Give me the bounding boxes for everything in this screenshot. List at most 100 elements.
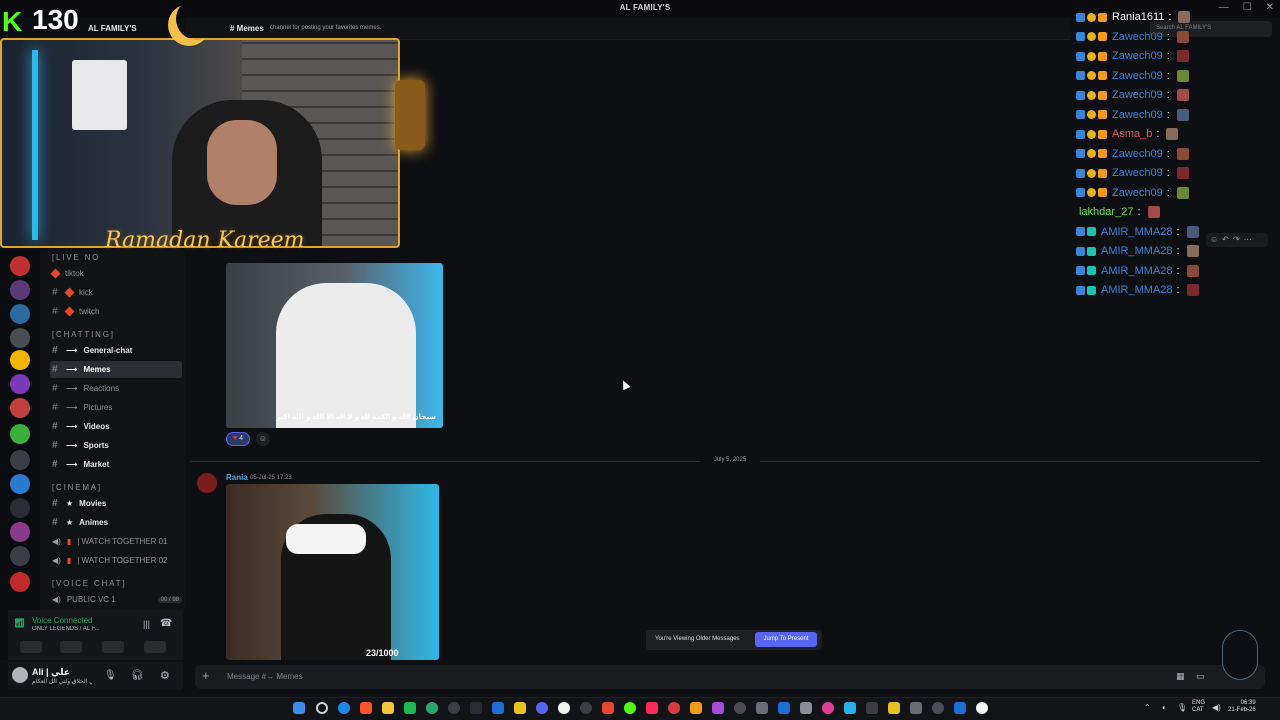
chat-username[interactable]: Zawech09 [1112,148,1163,160]
app-icon[interactable] [690,702,702,714]
network-icon[interactable]: ◐ [1162,703,1167,712]
app-icon[interactable] [844,702,856,714]
message-input[interactable]: Message #→ Memes [227,672,303,681]
app-icon[interactable] [954,702,966,714]
channel-market[interactable]: # ⟶ Market [50,456,182,473]
app-icon[interactable] [910,702,922,714]
gift-icon[interactable]: ▦ [1176,671,1185,682]
app-icon[interactable] [822,702,834,714]
message-image-1[interactable]: سبحان الله و الكمة لله و لا اله الا الله… [226,263,443,428]
avatar[interactable] [197,473,217,493]
category-chatting[interactable]: [CHATTING] [52,330,115,339]
headphones-icon[interactable]: 🎧︎ [131,670,144,681]
channel-twitch[interactable]: # twitch [50,303,182,320]
channel-watch-together-01[interactable]: ◀) ▮ | WATCH TOGETHER 01 [50,533,182,550]
channel-tiktok[interactable]: tiktok [50,265,182,282]
taskbar-clock[interactable]: 06:39 21-Feb-26 [1228,700,1256,714]
maximize-icon[interactable]: ☐ [1243,2,1252,13]
channel-public-vc-1[interactable]: ◀) PUBLIC VC 1 00 / 98 [50,591,182,608]
app-icon[interactable] [778,702,790,714]
channel-sports[interactable]: # ⟶ Sports [50,437,182,454]
chrome-icon[interactable] [558,702,570,714]
chat-username[interactable]: Zawech09 [1112,70,1163,82]
app-icon[interactable] [448,702,460,714]
channel-watch-together-02[interactable]: ◀) ▮ | WATCH TOGETHER 02 [50,552,182,569]
chat-username[interactable]: AMIR_MMA28 [1101,284,1173,296]
brave-icon[interactable] [360,702,372,714]
minimize-icon[interactable]: — [1219,2,1229,13]
chat-username[interactable]: Zawech09 [1112,89,1163,101]
app-icon[interactable] [734,702,746,714]
channel-reactions[interactable]: # ⟶ Reactions [50,380,182,397]
chat-username[interactable]: lakhdar_27 [1079,206,1133,218]
channel-kick[interactable]: # kick [50,284,182,301]
app-icon[interactable] [888,702,900,714]
obs-icon[interactable] [580,702,592,714]
chevron-up-icon[interactable]: ⌃ [1144,703,1151,712]
avatar[interactable] [12,667,28,683]
message-actions-toolbar[interactable]: ☺↶↷⋯ [1206,233,1268,247]
chat-username[interactable]: Zawech09 [1112,167,1163,179]
activities-button[interactable] [102,641,124,653]
message-image-2[interactable]: 23/1000 [226,484,439,660]
category-voice-chat[interactable]: [VOICE CHAT] [52,579,126,588]
search-icon[interactable] [316,702,328,714]
message-author[interactable]: Rania [226,473,248,482]
server-icon[interactable] [10,304,30,324]
server-icon[interactable] [10,572,30,592]
server-icon[interactable] [10,498,30,518]
chat-username[interactable]: AMIR_MMA28 [1101,226,1173,238]
app-icon[interactable] [866,702,878,714]
volume-icon[interactable]: ◀) [1212,703,1221,712]
channel-animes[interactable]: # ★ Animes [50,514,182,531]
server-icon[interactable] [10,350,30,370]
heart-reaction[interactable]: ♥ 4 [226,432,250,446]
close-icon[interactable]: ✕ [1266,2,1274,13]
chat-username[interactable]: AMIR_MMA28 [1101,265,1173,277]
screen-share-button[interactable] [60,641,82,653]
soundboard-button[interactable] [144,641,166,653]
server-icon[interactable] [10,546,30,566]
chat-username[interactable]: Zawech09 [1112,50,1163,62]
channel-movies[interactable]: # ★ Movies [50,495,182,512]
chat-username[interactable]: Asma_b [1112,128,1152,140]
file-explorer-icon[interactable] [382,702,394,714]
app-icon[interactable] [492,702,504,714]
discord-icon[interactable] [536,702,548,714]
jump-to-present-button[interactable]: Jump To Present [755,632,817,647]
add-reaction-icon[interactable]: ☺ [256,432,270,446]
voice-connected-status[interactable]: Voice Connected [32,616,93,625]
xbox-app-icon[interactable] [426,702,438,714]
chat-username[interactable]: Zawech09 [1112,187,1163,199]
channel-general-chat[interactable]: # ⟶ General-chat [50,342,182,359]
server-icon[interactable] [10,328,30,348]
server-icon[interactable] [10,522,30,542]
disconnect-icon[interactable]: ☎ [160,618,172,629]
app-icon[interactable] [756,702,768,714]
channel-videos[interactable]: # ⟶ Videos [50,418,182,435]
category-live[interactable]: [LIVE NO [52,253,100,262]
server-name[interactable]: AL FAMILY'S [88,24,137,33]
channel-memes[interactable]: # ⟶ Memes [50,361,182,378]
gif-icon[interactable]: ▭ [1196,671,1205,682]
attach-plus-icon[interactable]: + [202,668,210,683]
server-icon[interactable] [10,474,30,494]
xbox-icon[interactable] [404,702,416,714]
server-icon[interactable] [10,450,30,470]
chat-username[interactable]: Zawech09 [1112,109,1163,121]
message-composer[interactable] [195,665,1265,689]
camera-toggle-button[interactable] [20,641,42,653]
server-icon[interactable] [10,398,30,418]
tiktok-icon[interactable] [646,702,658,714]
microphone-icon[interactable]: 🎙︎ [104,670,117,681]
app-icon[interactable] [932,702,944,714]
channel-pictures[interactable]: # ⟶ Pictures [50,399,182,416]
server-icon[interactable] [10,424,30,444]
chat-username[interactable]: Rania1611 [1112,11,1164,23]
app-icon[interactable] [624,702,636,714]
app-icon[interactable] [712,702,724,714]
app-icon[interactable] [514,702,526,714]
chat-username[interactable]: AMIR_MMA28 [1101,245,1173,257]
app-icon[interactable] [800,702,812,714]
app-icon[interactable] [668,702,680,714]
